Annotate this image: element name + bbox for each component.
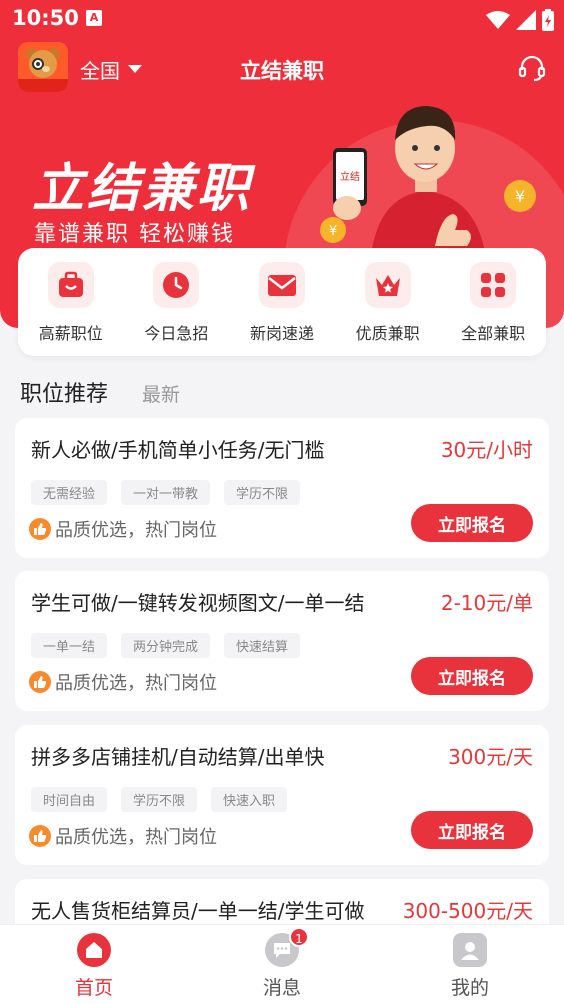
tab-latest[interactable]: 最新 [142,380,180,407]
customer-service-button[interactable] [518,54,546,86]
job-tags: 无需经验 一对一带教 学历不限 [31,480,301,505]
job-card[interactable]: 学生可做/一键转发视频图文/一单一结 2-10元/单 一单一结 两分钟完成 快速… [15,571,549,711]
job-tag: 两分钟完成 [121,633,211,658]
job-tag: 学历不限 [224,480,301,505]
thumbs-up-icon [29,825,51,847]
category-new-jobs[interactable]: 新岗速递 [232,262,332,356]
job-pay: 300元/天 [448,745,533,769]
app-title: 立结兼职 [240,59,324,83]
nav-messages[interactable]: 1 消息 [188,925,376,1004]
job-quality: 品质优选，热门岗位 [29,823,217,849]
nav-label: 消息 [262,977,301,999]
status-icons [486,9,554,31]
message-icon: 1 [265,927,309,967]
category-card: 高薪职位 今日急招 新岗速递 优质兼职 全部兼职 [18,248,546,356]
top-bar: 全国 立结兼职 [0,42,564,94]
svg-text:¥: ¥ [515,187,525,206]
apply-button[interactable]: 立即报名 [411,504,533,542]
category-urgent[interactable]: 今日急招 [126,262,226,356]
category-label: 优质兼职 [355,324,420,343]
headset-icon [518,55,546,82]
job-tags: 时间自由 学历不限 快速入职 [31,787,288,812]
job-tag: 快速结算 [224,633,301,658]
tab-recommended[interactable]: 职位推荐 [20,376,108,408]
category-label: 今日急招 [144,324,209,343]
clock-icon [153,262,200,308]
job-card[interactable]: 拼多多店铺挂机/自动结算/出单快 300元/天 时间自由 学历不限 快速入职 品… [15,725,549,865]
battery-icon [542,9,554,31]
bag-icon [47,262,94,308]
nav-home[interactable]: 首页 [0,925,188,1004]
category-label: 全部兼职 [461,324,526,343]
job-tabs: 职位推荐 最新 [20,376,180,408]
category-quality[interactable]: 优质兼职 [338,262,438,356]
home-icon [77,933,111,967]
job-title: 学生可做/一键转发视频图文/一单一结 [31,591,365,615]
notification-icon: A [86,10,102,26]
job-title: 拼多多店铺挂机/自动结算/出单快 [31,745,325,769]
job-title: 新人必做/手机简单小任务/无门槛 [31,438,325,462]
grid-icon [470,262,517,308]
job-tag: 时间自由 [31,787,108,812]
job-quality: 品质优选，热门岗位 [29,669,217,695]
bottom-nav: 首页 1 消息 我的 [0,924,564,1004]
banner-person-illustration: ¥ ¥ 立结 [320,106,536,266]
job-tags: 一单一结 两分钟完成 快速结算 [31,633,301,658]
message-badge: 1 [289,927,309,947]
job-quality-text: 品质优选，热门岗位 [55,827,217,848]
thumbs-up-icon [29,518,51,540]
apply-button[interactable]: 立即报名 [411,657,533,695]
job-card[interactable]: 新人必做/手机简单小任务/无门槛 30元/小时 无需经验 一对一带教 学历不限 … [15,418,549,558]
job-pay: 300-500元/天 [402,899,533,923]
profile-icon [453,933,487,967]
envelope-icon [258,262,305,308]
banner-subtitle: 靠谱兼职 轻松赚钱 [34,222,235,247]
phone-label: 立结 [340,170,360,183]
job-pay: 2-10元/单 [440,591,533,615]
nav-label: 首页 [74,977,113,999]
apply-button[interactable]: 立即报名 [411,811,533,849]
nav-label: 我的 [450,977,489,999]
nav-profile[interactable]: 我的 [376,925,564,1004]
job-pay: 30元/小时 [440,438,533,462]
category-label: 高薪职位 [38,324,103,343]
category-all[interactable]: 全部兼职 [443,262,543,356]
job-title: 无人售货柜结算员/一单一结/学生可做 [31,899,365,923]
job-tag: 学历不限 [121,787,198,812]
thumbs-up-icon [29,671,51,693]
job-tag: 一对一带教 [121,480,211,505]
category-high-salary[interactable]: 高薪职位 [21,262,121,356]
status-bar: 10:50 A [0,0,564,40]
job-tag: 快速入职 [211,787,288,812]
crown-icon [364,262,411,308]
job-tag: 一单一结 [31,633,108,658]
wifi-icon [486,11,510,29]
job-quality-text: 品质优选，热门岗位 [55,520,217,541]
category-label: 新岗速递 [249,324,314,343]
banner-title: 立结兼职 [32,159,253,219]
svg-text:¥: ¥ [329,224,337,239]
job-tag: 无需经验 [31,480,108,505]
job-quality-text: 品质优选，热门岗位 [55,673,217,694]
job-quality: 品质优选，热门岗位 [29,516,217,542]
signal-icon [516,10,536,30]
status-time: 10:50 [12,6,79,30]
